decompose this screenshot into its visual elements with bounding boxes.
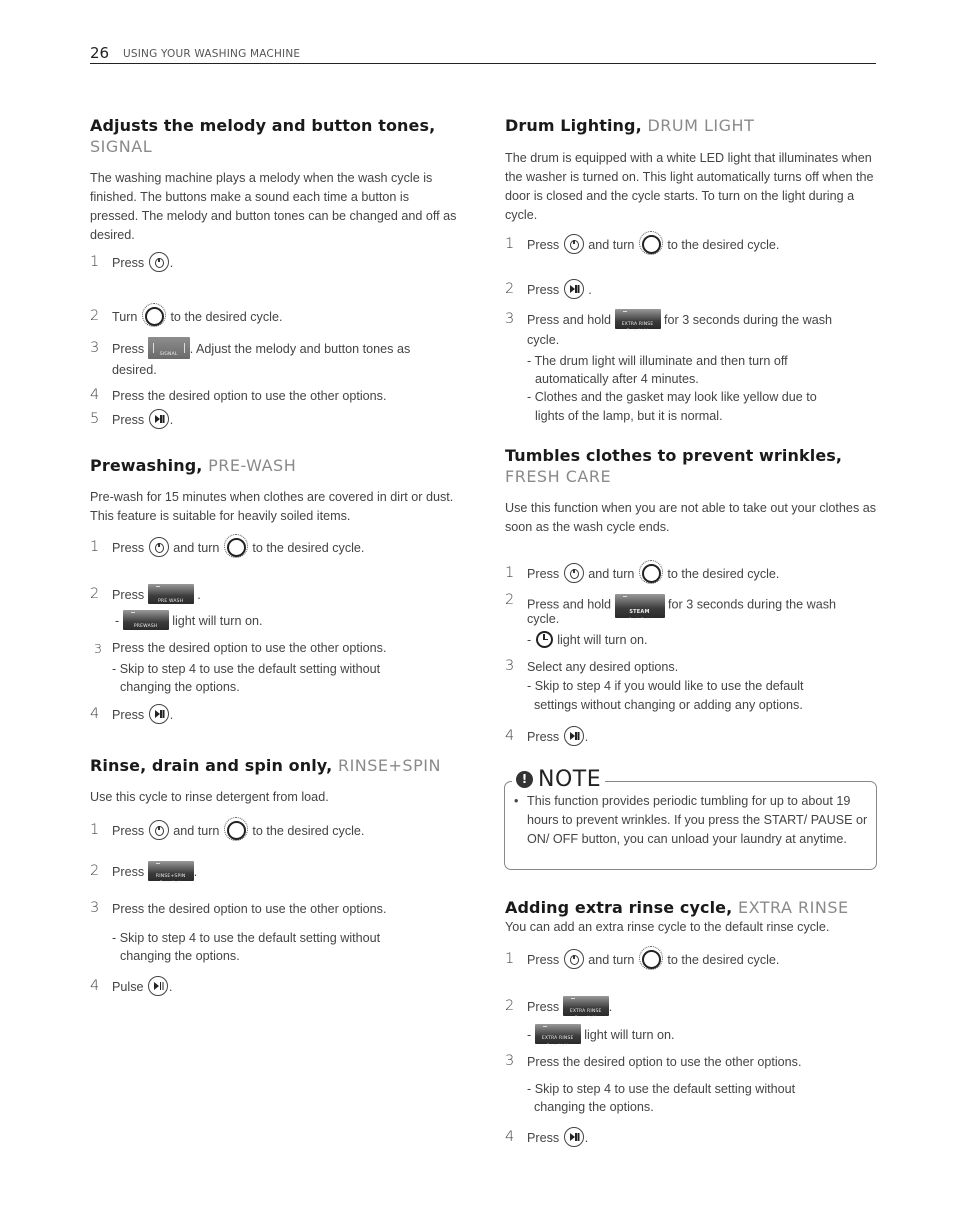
section-keyword: DRUM LIGHT <box>647 116 755 135</box>
header-title: USING YOUR WASHING MACHINE <box>123 48 301 60</box>
section-drum-light: Drum Lighting, DRUM LIGHT The drum is eq… <box>505 115 877 225</box>
step-continuation: cycle. <box>527 333 560 347</box>
step-sub: automatically after 4 minutes. <box>535 372 699 386</box>
power-button-icon <box>148 820 169 841</box>
step-sub: - EXTRA RINSE Drum Light light will turn … <box>527 1023 675 1047</box>
cycle-dial-icon <box>638 231 663 256</box>
section-intro: The washing machine plays a melody when … <box>90 171 457 242</box>
power-button-icon <box>563 563 584 584</box>
note-title: NOTE <box>538 766 602 792</box>
power-button-icon <box>563 234 584 255</box>
prewash-button-image: PRE WASH <box>147 583 194 604</box>
start-pause-icon <box>148 409 169 430</box>
rinse-spin-button-image: RINSE+SPIN Temp. Lock <box>147 860 194 884</box>
step-sub: changing the options. <box>534 1100 654 1114</box>
steam-button-image: STEAM Fresh Care <box>614 594 665 621</box>
step-sub: - Skip to step 4 to use the default sett… <box>112 931 381 945</box>
section-intro: Use this function when you are not able … <box>505 501 877 534</box>
signal-button-image: SIGNAL <box>147 336 190 359</box>
step-sub: - The drum light will illuminate and the… <box>527 354 788 368</box>
section-keyword: RINSE+SPIN <box>337 756 441 775</box>
start-pause-icon <box>148 704 169 725</box>
cycle-dial-icon <box>223 817 248 842</box>
section-intro: Pre-wash for 15 minutes when clothes are… <box>90 490 454 523</box>
exclamation-icon: ! <box>516 770 533 788</box>
note-header: ! NOTE <box>512 765 606 793</box>
extra-rinse-light-image: EXTRA RINSE Drum Light <box>534 1023 581 1047</box>
start-pause-icon <box>563 1127 584 1148</box>
extra-rinse-button-image: EXTRA RINSE Drum Light <box>562 995 609 1019</box>
start-pause-icon <box>563 726 584 747</box>
section-extra-rinse: Adding extra rinse cycle, EXTRA RINSE Yo… <box>505 897 877 937</box>
section-title: Drum Lighting, DRUM LIGHT <box>505 116 755 135</box>
step-sub: - Skip to step 4 to use the default sett… <box>112 662 381 676</box>
cycle-dial-icon <box>638 946 663 971</box>
section-title: Prewashing, PRE-WASH <box>90 456 297 475</box>
prewash-light-image: PREWASH <box>122 609 169 630</box>
cycle-dial-icon <box>223 534 248 559</box>
power-button-icon <box>148 252 169 273</box>
page-number: 26 <box>90 44 110 62</box>
timer-icon <box>535 630 553 648</box>
start-pause-icon <box>563 279 584 300</box>
section-rinse-spin: Rinse, drain and spin only, RINSE+SPIN U… <box>90 755 460 807</box>
power-button-icon <box>148 537 169 558</box>
section-intro: You can add an extra rinse cycle to the … <box>505 920 830 934</box>
step-continuation: desired. <box>112 363 157 377</box>
section-fresh-care: Tumbles clothes to prevent wrinkles, FRE… <box>505 445 877 537</box>
section-signal: Adjusts the melody and button tones, SIG… <box>90 115 460 245</box>
extra-rinse-button-image: EXTRA RINSE Drum Light <box>614 308 661 332</box>
section-keyword: PRE-WASH <box>208 456 297 475</box>
start-pause-icon <box>148 976 169 997</box>
power-button-icon <box>563 949 584 970</box>
cycle-dial-icon <box>638 560 663 585</box>
page-header: 26 USING YOUR WASHING MACHINE <box>90 44 876 64</box>
step-sub: lights of the lamp, but it is normal. <box>535 409 723 423</box>
section-keyword: SIGNAL <box>90 137 153 156</box>
step-sub: - Clothes and the gasket may look like y… <box>527 390 817 404</box>
step-continuation: cycle. <box>527 612 560 626</box>
note-body: • This function provides periodic tumbli… <box>514 792 874 849</box>
bullet: • <box>514 794 519 808</box>
section-title: Adding extra rinse cycle, EXTRA RINSE <box>505 898 849 917</box>
note-text: This function provides periodic tumbling… <box>527 794 868 846</box>
step-sub: changing the options. <box>120 949 240 963</box>
step-sub: - light will turn on. <box>527 630 648 649</box>
step-sub: changing the options. <box>120 680 240 694</box>
section-keyword: FRESH CARE <box>505 467 612 486</box>
section-intro: The drum is equipped with a white LED li… <box>505 151 874 222</box>
section-title: Tumbles clothes to prevent wrinkles, FRE… <box>505 446 843 486</box>
section-keyword: EXTRA RINSE <box>737 898 849 917</box>
section-intro: Use this cycle to rinse detergent from l… <box>90 790 329 804</box>
step-sub: - Skip to step 4 to use the default sett… <box>527 1082 796 1096</box>
section-prewash: Prewashing, PRE-WASH Pre-wash for 15 min… <box>90 455 460 526</box>
section-title: Adjusts the melody and button tones, SIG… <box>90 116 436 156</box>
step-sub: - Skip to step 4 if you would like to us… <box>527 679 804 693</box>
section-title: Rinse, drain and spin only, RINSE+SPIN <box>90 756 441 775</box>
step-sub: - PREWASH light will turn on. <box>115 609 263 630</box>
cycle-dial-icon <box>141 303 166 328</box>
step-sub: settings without changing or adding any … <box>534 698 803 712</box>
